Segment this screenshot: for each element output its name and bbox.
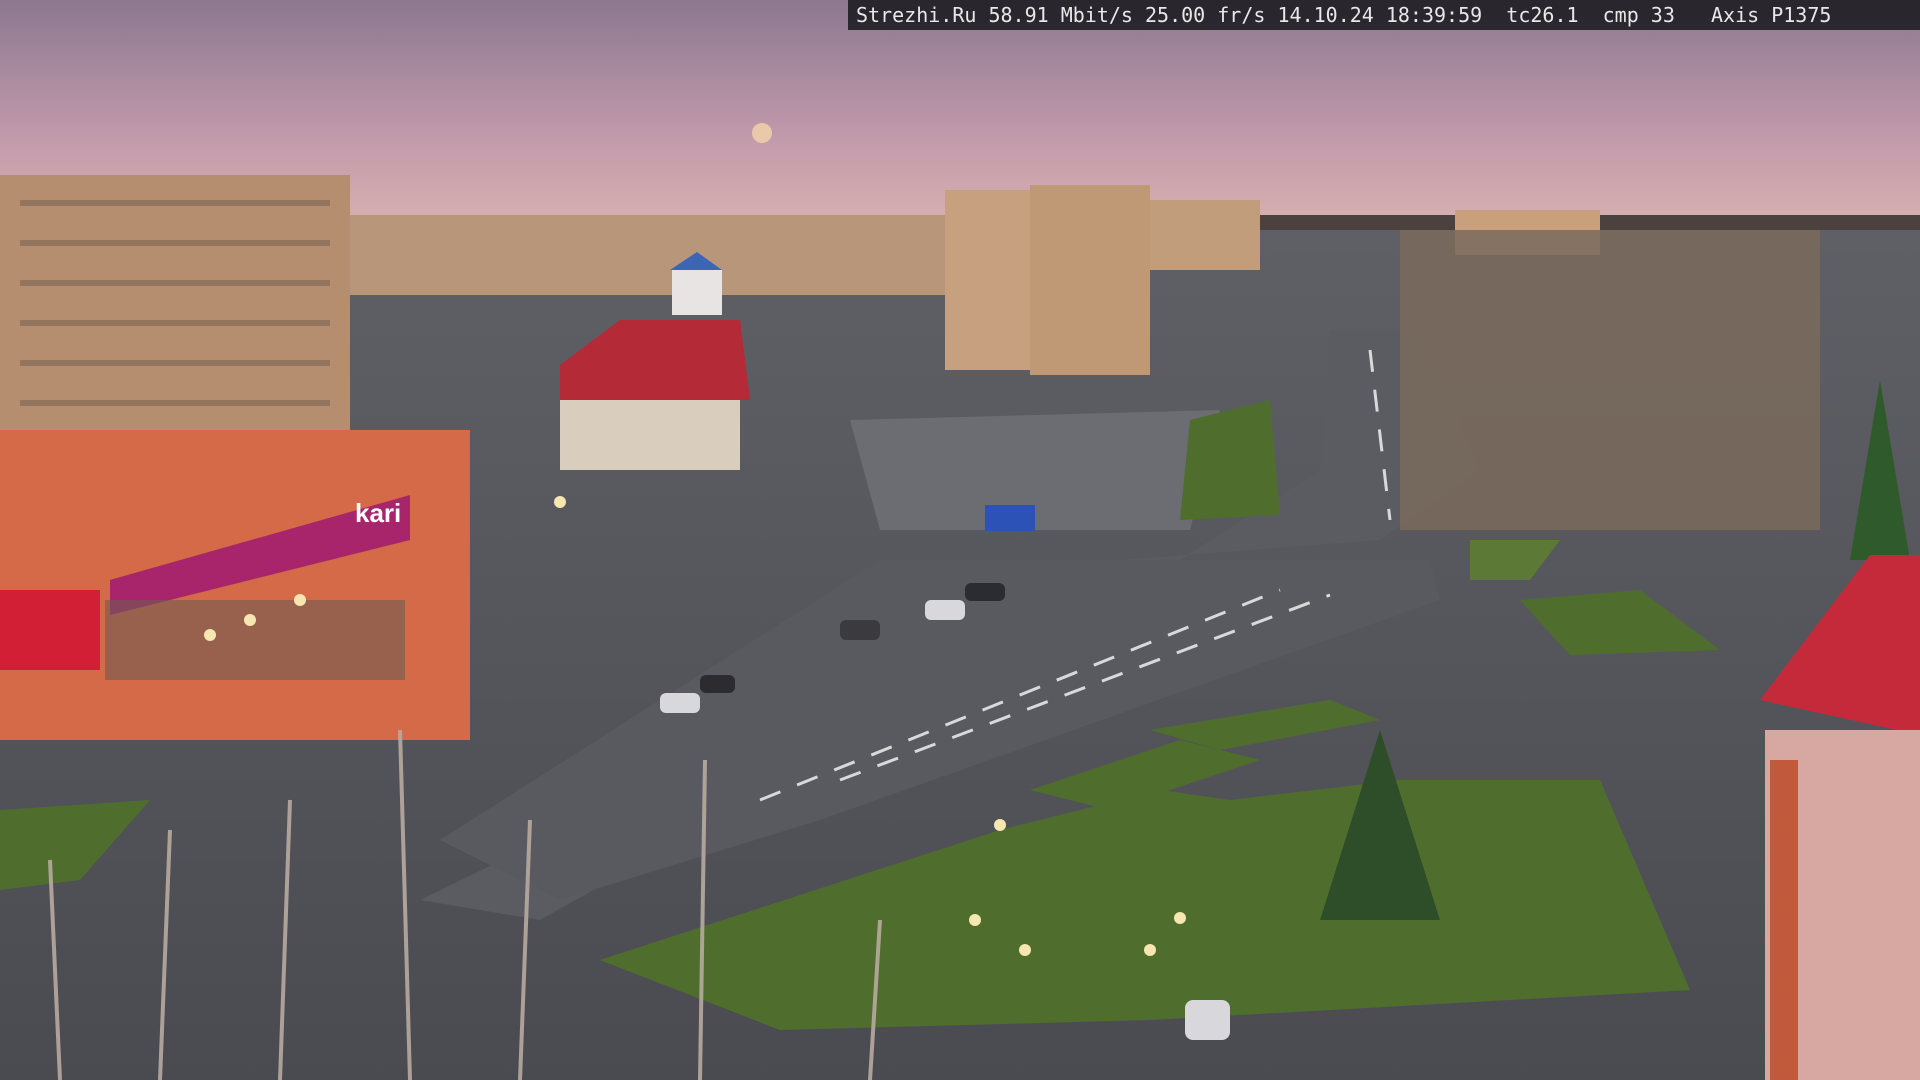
osd-site: Strezhi.Ru bbox=[856, 3, 977, 27]
osd-datetime: 14.10.24 18:39:59 bbox=[1277, 3, 1483, 27]
osd-framerate: 25.00 fr/s bbox=[1145, 3, 1266, 27]
city-webcam-scene: kari bbox=[0, 0, 1920, 1080]
osd-camera-model: Axis P1375 bbox=[1711, 3, 1832, 27]
osd-tc: tc26.1 bbox=[1506, 3, 1579, 27]
osd-bitrate: 58.91 Mbit/s bbox=[988, 3, 1133, 27]
moon bbox=[752, 123, 772, 143]
store-brand-sign: kari bbox=[355, 498, 401, 528]
right-birch-grove bbox=[1400, 230, 1820, 530]
camera-osd-bar: Strezhi.Ru 58.91 Mbit/s 25.00 fr/s 14.10… bbox=[848, 0, 1920, 30]
kari-store-building: kari bbox=[0, 430, 470, 740]
osd-cmp: cmp 33 bbox=[1602, 3, 1675, 27]
